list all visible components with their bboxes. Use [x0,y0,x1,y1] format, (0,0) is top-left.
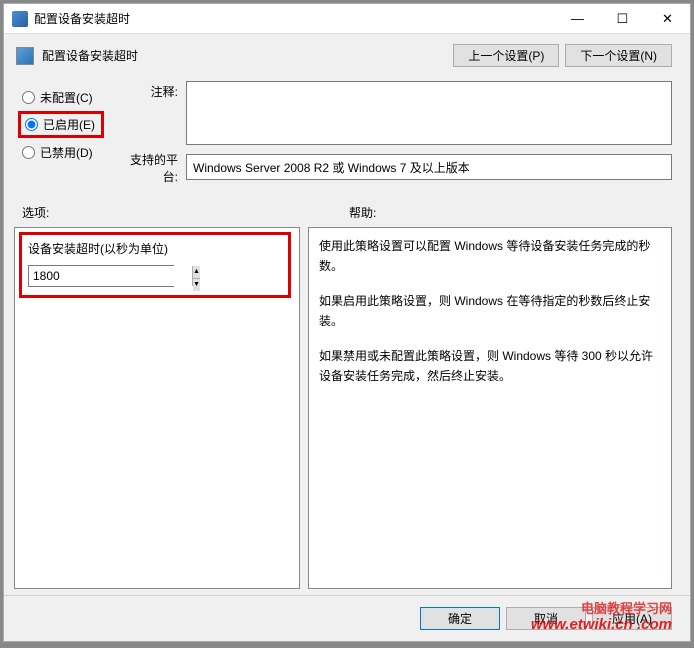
radio-not-configured[interactable]: 未配置(C) [22,83,122,111]
radio-not-configured-input[interactable] [22,91,35,104]
field-inputs: Windows Server 2008 R2 或 Windows 7 及以上版本 [186,81,672,180]
radio-disabled-label: 已禁用(D) [40,144,93,161]
radio-disabled[interactable]: 已禁用(D) [22,138,122,166]
field-labels: 注释: 支持的平台: [122,81,186,180]
radio-not-configured-label: 未配置(C) [40,89,93,106]
minimize-button[interactable]: — [555,4,600,33]
spinner-up-icon[interactable]: ▲ [193,266,200,279]
timeout-highlight: 设备安装超时(以秒为单位) ▲ ▼ [19,232,291,298]
help-paragraph-1: 使用此策略设置可以配置 Windows 等待设备安装任务完成的秒数。 [319,236,661,277]
next-setting-button[interactable]: 下一个设置(N) [565,44,672,67]
previous-setting-button[interactable]: 上一个设置(P) [453,44,559,67]
panes: 设备安装超时(以秒为单位) ▲ ▼ 使用此策略设置可以配置 Windows 等待… [4,225,690,595]
enabled-highlight: 已启用(E) [18,111,104,138]
help-paragraph-2: 如果启用此策略设置，则 Windows 在等待指定的秒数后终止安装。 [319,291,661,332]
policy-icon [16,47,34,65]
window-controls: — ☐ ✕ [555,4,690,33]
titlebar: 配置设备安装超时 — ☐ ✕ [4,4,690,34]
config-area: 未配置(C) 已启用(E) 已禁用(D) 注释: 支持的平台: Windows … [4,73,690,184]
header-row: 配置设备安装超时 上一个设置(P) 下一个设置(N) [4,34,690,73]
options-pane: 设备安装超时(以秒为单位) ▲ ▼ [14,227,300,589]
radio-enabled[interactable]: 已启用(E) [21,116,95,133]
footer: 确定 取消 应用(A) 电脑教程学习网 www.etwiki.cn .com [4,595,690,641]
spinner-down-icon[interactable]: ▼ [193,279,200,291]
options-label: 选项: [22,204,345,221]
cancel-button[interactable]: 取消 [506,607,586,630]
timeout-spinner[interactable]: ▲ ▼ [28,265,174,287]
timeout-input[interactable] [29,266,192,286]
window-title: 配置设备安装超时 [34,10,555,27]
help-paragraph-3: 如果禁用或未配置此策略设置，则 Windows 等待 300 秒以允许设备安装任… [319,346,661,387]
timeout-label: 设备安装超时(以秒为单位) [28,239,282,259]
spinner-buttons: ▲ ▼ [192,266,200,286]
app-icon [12,11,28,27]
policy-title: 配置设备安装超时 [42,47,447,64]
radio-enabled-input[interactable] [25,118,38,131]
radio-disabled-input[interactable] [22,146,35,159]
dialog-window: 配置设备安装超时 — ☐ ✕ 配置设备安装超时 上一个设置(P) 下一个设置(N… [3,3,691,642]
comment-textarea[interactable] [186,81,672,145]
close-button[interactable]: ✕ [645,4,690,33]
supported-platform-box: Windows Server 2008 R2 或 Windows 7 及以上版本 [186,154,672,180]
maximize-button[interactable]: ☐ [600,4,645,33]
help-pane: 使用此策略设置可以配置 Windows 等待设备安装任务完成的秒数。 如果启用此… [308,227,672,589]
radio-group: 未配置(C) 已启用(E) 已禁用(D) [22,81,122,180]
ok-button[interactable]: 确定 [420,607,500,630]
apply-button[interactable]: 应用(A) [592,607,672,630]
comment-label: 注释: [122,81,178,109]
pane-labels: 选项: 帮助: [4,194,690,225]
help-label: 帮助: [345,204,672,221]
platform-label: 支持的平台: [122,149,178,177]
radio-enabled-label: 已启用(E) [43,116,95,133]
